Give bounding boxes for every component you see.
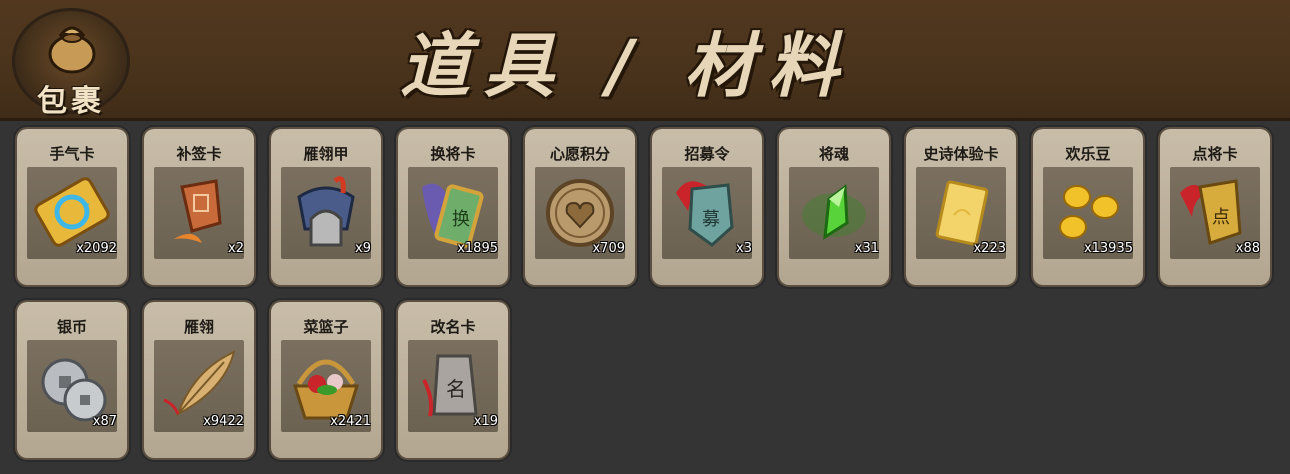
svg-text:点: 点 [1212, 207, 1230, 228]
item-name: 菜篮子 [303, 318, 349, 336]
item-card[interactable]: 将魂 x31 [779, 129, 889, 285]
item-count: x1895 [457, 241, 498, 256]
item-name: 心愿积分 [549, 145, 610, 163]
item-card[interactable]: 菜篮子 x2421 [271, 302, 381, 458]
item-name: 招募令 [684, 145, 730, 163]
item-name: 雁翎甲 [303, 145, 349, 163]
svg-text:名: 名 [446, 377, 466, 401]
item-count: x31 [854, 241, 879, 256]
item-card[interactable]: 银币 x87 [17, 302, 127, 458]
item-name: 手气卡 [49, 145, 95, 163]
item-count: x2421 [330, 414, 371, 429]
item-card[interactable]: 换将卡 换 x1895 [398, 129, 508, 285]
item-card[interactable]: 雁翎甲 x9 [271, 129, 381, 285]
item-count: x2092 [76, 241, 117, 256]
item-name: 换将卡 [430, 145, 476, 163]
badge-label: 包裹 [37, 84, 105, 119]
item-count: x2 [228, 241, 244, 256]
item-count: x3 [736, 241, 752, 256]
item-count: x9 [355, 241, 371, 256]
item-name: 雁翎 [183, 318, 214, 336]
item-count: x223 [973, 241, 1006, 256]
item-count: x19 [473, 414, 498, 429]
item-card[interactable]: 改名卡 名 x19 [398, 302, 508, 458]
svg-text:募: 募 [702, 209, 720, 230]
item-count: x13935 [1083, 241, 1133, 256]
item-card[interactable]: 心愿积分 x709 [525, 129, 635, 285]
item-count: x709 [592, 241, 625, 256]
item-name: 补签卡 [176, 145, 222, 163]
page-title: 道具 / 材料 [400, 24, 853, 107]
item-card[interactable]: 手气卡 x2092 [17, 129, 127, 285]
item-name: 银币 [56, 318, 87, 336]
item-name: 将魂 [818, 145, 849, 163]
item-card[interactable]: 欢乐豆 x13935 [1033, 129, 1143, 285]
bag-icon [48, 26, 96, 74]
item-card[interactable]: 补签卡 x2 [144, 129, 254, 285]
svg-text:换: 换 [452, 209, 470, 230]
item-count: x9422 [203, 414, 244, 429]
item-name: 欢乐豆 [1065, 145, 1111, 163]
item-card[interactable]: 点将卡 点 x88 [1160, 129, 1270, 285]
item-card[interactable]: 雁翎 x9422 [144, 302, 254, 458]
item-card[interactable]: 史诗体验卡 x223 [906, 129, 1016, 285]
item-count: x88 [1235, 241, 1260, 256]
inventory-badge[interactable]: 包裹 [12, 8, 130, 119]
item-name: 点将卡 [1192, 145, 1238, 163]
item-card[interactable]: 招募令 募 x3 [652, 129, 762, 285]
item-name: 改名卡 [430, 318, 476, 336]
item-count: x87 [92, 414, 117, 429]
item-name: 史诗体验卡 [923, 145, 999, 163]
header-bar: 包裹 道具 / 材料 [0, 0, 1290, 121]
